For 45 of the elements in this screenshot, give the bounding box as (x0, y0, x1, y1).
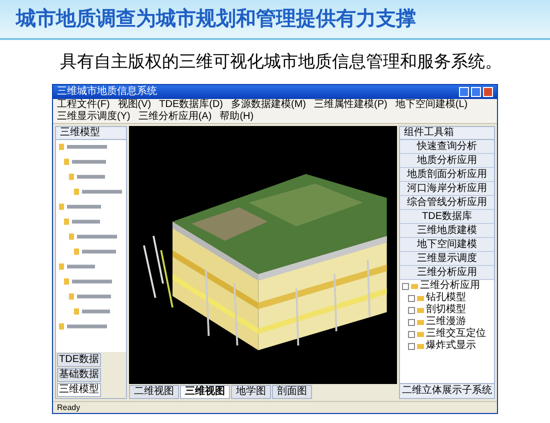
close-icon[interactable] (483, 87, 493, 97)
status-text: Ready (57, 402, 80, 412)
collapse-icon[interactable] (408, 330, 415, 338)
tree-item[interactable]: 剖切模型 (426, 304, 466, 316)
collapse-icon[interactable] (408, 294, 415, 302)
panel-tab[interactable]: 三维模型 (57, 383, 101, 397)
slide-subtitle: 具有自主版权的三维可视化城市地质信息管理和服务系统。 (60, 51, 502, 74)
menu-item[interactable]: 地下空间建模(L) (395, 99, 468, 111)
collapse-icon[interactable] (408, 318, 415, 326)
collapse-icon[interactable] (408, 342, 415, 350)
panel-tab[interactable]: TDE数据 (57, 353, 101, 367)
toolbox-button[interactable]: 快速查询分析 (400, 140, 494, 154)
view-tab[interactable]: 三维视图 (180, 385, 230, 399)
menu-item[interactable]: 视图(V) (118, 99, 152, 111)
tree-item[interactable]: 三维交互定位 (426, 328, 486, 340)
toolbox-button[interactable]: 综合管线分析应用 (400, 196, 494, 210)
tree-item[interactable]: 爆炸式显示 (426, 340, 476, 352)
toolbox-button[interactable]: 三维地质建模 (400, 224, 494, 238)
menu-item[interactable]: 多源数据建模(M) (231, 99, 306, 111)
view-tab[interactable]: 二维视图 (129, 385, 179, 399)
toolbox-button[interactable]: 地质分析应用 (400, 154, 494, 168)
toolbox-button[interactable]: 三维显示调度 (400, 252, 494, 266)
slide-title: 城市地质调查为城市规划和管理提供有力支撑 (16, 6, 416, 32)
tree-item[interactable]: 三维漫游 (426, 316, 466, 328)
collapse-icon[interactable] (402, 282, 409, 290)
tree-item[interactable]: 钻孔模型 (426, 292, 466, 304)
menu-item[interactable]: 三维分析应用(A) (138, 111, 212, 123)
toolbox-button[interactable]: 三维分析应用 (400, 266, 494, 280)
panel-title: 组件工具箱 (400, 127, 494, 140)
menu-item[interactable]: 三维属性建模(P) (314, 99, 388, 111)
view-tab[interactable]: 剖面图 (272, 385, 312, 399)
menu-item[interactable]: 工程文件(F) (57, 99, 110, 111)
view-tab[interactable]: 地学图 (231, 385, 271, 399)
toolbox-button[interactable]: TDE数据库 (400, 210, 494, 224)
panel-tab[interactable]: 基础数据 (57, 368, 101, 382)
panel-title: 三维模型 (56, 127, 126, 140)
window-title: 三维城市地质信息系统 (57, 86, 157, 98)
toolbox-button[interactable]: 河口海岸分析应用 (400, 182, 494, 196)
menu-item[interactable]: 帮助(H) (220, 111, 254, 123)
collapse-icon[interactable] (408, 306, 415, 314)
toolbox-button[interactable]: 地下空间建模 (400, 238, 494, 252)
menu-item[interactable]: 三维显示调度(Y) (57, 111, 130, 123)
subsystem-button[interactable]: 二维立体展示子系统 (400, 383, 494, 398)
menu-item[interactable]: TDE数据库(D) (159, 99, 224, 111)
toolbox-button[interactable]: 地质剖面分析应用 (400, 168, 494, 182)
